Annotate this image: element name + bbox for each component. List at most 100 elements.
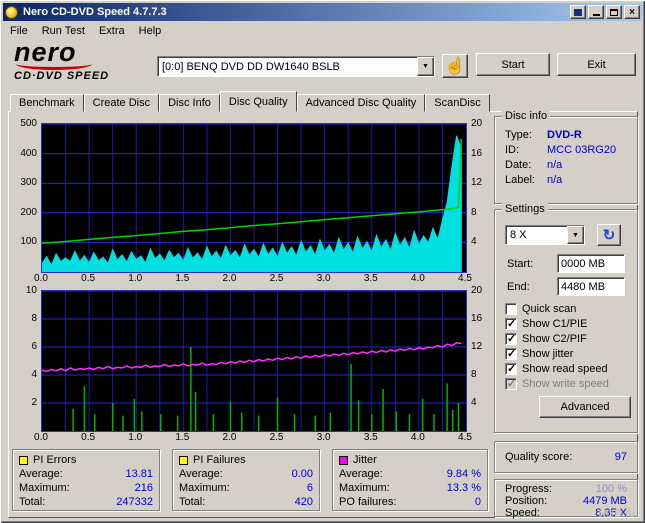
jitter-swatch-icon: [339, 455, 348, 465]
menu-run-test[interactable]: Run Test: [35, 24, 92, 38]
jitter-panel-title: Jitter: [353, 454, 377, 466]
tab-disc-quality[interactable]: Disc Quality: [219, 91, 297, 112]
quality-score-group: Quality score: 97: [494, 441, 638, 473]
axis-tick: 0.0: [34, 273, 48, 284]
tab-disc-info[interactable]: Disc Info: [159, 94, 220, 112]
drive-selector[interactable]: [0:0] BENQ DVD DD DW1640 BSLB ▼: [157, 56, 435, 77]
drive-selector-value: [0:0] BENQ DVD DD DW1640 BSLB: [162, 60, 340, 73]
menu-extra[interactable]: Extra: [92, 24, 132, 38]
axis-tick: 12: [471, 177, 483, 189]
refresh-button[interactable]: ↻: [597, 224, 621, 246]
end-field[interactable]: [557, 277, 625, 296]
checkbox-show-write-speed: Show write speed: [505, 377, 609, 391]
advanced-button[interactable]: Advanced: [539, 396, 631, 418]
stat-value: 0.00: [291, 468, 313, 480]
pi-errors-chart: 500 400 300 200 100 20 16 12 8 4 0.0 0.5 1.0 1.5 2.0…: [12, 118, 490, 287]
layout-icon: [574, 8, 582, 16]
quality-score-label: Quality score:: [505, 451, 573, 463]
stat-label: PO failures:: [339, 496, 397, 508]
watermark: HDD.ru: [598, 508, 635, 520]
settings-title: Settings: [502, 203, 548, 215]
app-icon: [5, 5, 18, 19]
disc-date-label: Date:: [505, 159, 532, 171]
stat-label: Average:: [339, 468, 383, 480]
menu-help[interactable]: Help: [132, 24, 169, 38]
speed-selector[interactable]: 8 X ▼: [505, 225, 585, 245]
pi-errors-left-axis: 500 400 300 200 100: [12, 118, 40, 273]
start-field[interactable]: [557, 254, 625, 273]
close-button[interactable]: ×: [624, 5, 640, 19]
settings-group: Settings 8 X ▼ ↻ Start: End: Quick scan …: [494, 203, 638, 433]
start-button-label: Start: [501, 58, 525, 71]
pi-failures-swatch-icon: [179, 455, 188, 465]
disc-type-label: Type:: [505, 129, 532, 141]
axis-tick: 0.0: [34, 432, 48, 443]
menu-file[interactable]: File: [3, 24, 35, 38]
checkbox-show-c2-pif[interactable]: Show C2/PIF: [505, 332, 587, 346]
pi-errors-right-axis: 20 16 12 8 4: [468, 118, 488, 273]
eject-hand-button[interactable]: ☝: [442, 54, 468, 78]
tab-advanced-disc-quality[interactable]: Advanced Disc Quality: [296, 94, 426, 112]
axis-tick: 1.0: [128, 432, 143, 443]
axis-tick: 2: [31, 397, 37, 408]
tab-create-disc[interactable]: Create Disc: [83, 94, 160, 112]
axis-tick: 1.0: [128, 273, 143, 284]
checkbox-box: [505, 377, 517, 390]
stat-value: 216: [134, 482, 153, 494]
pi-errors-panel: PI Errors Average: 13.81 Maximum: 216 Tota…: [12, 449, 160, 511]
checkbox-label: Show write speed: [522, 378, 609, 390]
axis-tick: 300: [20, 177, 37, 189]
hand-pointer-icon: ☝: [445, 58, 465, 75]
exit-button[interactable]: Exit: [557, 53, 636, 76]
axis-tick: 20: [471, 118, 483, 129]
axis-tick: 8: [31, 313, 37, 324]
app-window: Nero CD-DVD Speed 4.7.7.3 × File Run Tes…: [0, 0, 645, 523]
axis-tick: 0.5: [81, 432, 96, 443]
pi-errors-x-axis: 0.0 0.5 1.0 1.5 2.0 2.5 3.0 3.5 4.0 4.5: [34, 273, 472, 285]
stat-value: 9.84 %: [446, 468, 481, 480]
jitter-right-axis: 20 16 12 8 4: [468, 285, 488, 432]
tab-benchmark[interactable]: Benchmark: [10, 94, 84, 112]
maximize-button[interactable]: [606, 5, 622, 19]
checkbox-label: Show jitter: [522, 348, 574, 360]
disc-info-group: Disc info Type: DVD-R ID: MCC 03RG20 Dat…: [494, 110, 638, 204]
axis-tick: 2.5: [269, 273, 284, 284]
disc-date-value: n/a: [547, 159, 563, 171]
position-label: Position:: [505, 495, 548, 507]
axis-tick: 12: [471, 341, 483, 352]
jitter-left-axis: 10 8 6 4 2: [12, 285, 40, 432]
chevron-down-icon[interactable]: ▼: [567, 226, 584, 244]
checkbox-box: [505, 347, 517, 360]
axis-tick: 4.0: [410, 273, 425, 284]
checkbox-show-read-speed[interactable]: Show read speed: [505, 362, 608, 376]
axis-tick: 4.5: [458, 432, 472, 443]
disc-id-value: MCC 03RG20: [547, 144, 617, 156]
nero-logo: nero CD·DVD SPEED: [14, 39, 154, 86]
chevron-down-icon[interactable]: ▼: [417, 57, 434, 76]
pi-errors-panel-title: PI Errors: [33, 454, 77, 466]
checkbox-quick-scan[interactable]: Quick scan: [505, 302, 576, 316]
axis-tick: 4: [31, 369, 37, 380]
checkbox-show-c1-pie[interactable]: Show C1/PIE: [505, 317, 587, 331]
tab-strip: Benchmark Create Disc Disc Info Disc Qua…: [10, 91, 490, 112]
checkbox-box: [505, 362, 517, 375]
axis-tick: 1.5: [175, 273, 190, 284]
end-field-label: End:: [507, 281, 530, 293]
axis-tick: 200: [20, 206, 37, 218]
start-button[interactable]: Start: [476, 53, 550, 76]
stat-label: Average:: [19, 468, 63, 480]
jitter-x-axis: 0.0 0.5 1.0 1.5 2.0 2.5 3.0 3.5 4.0 4.5: [34, 432, 472, 444]
tab-scandisc[interactable]: ScanDisc: [425, 94, 490, 112]
stat-label: Maximum:: [339, 482, 390, 494]
checkbox-show-jitter[interactable]: Show jitter: [505, 347, 573, 361]
start-field-label: Start:: [507, 258, 534, 270]
stat-label: Maximum:: [179, 482, 230, 494]
title-bar[interactable]: Nero CD-DVD Speed 4.7.7.3 ×: [3, 3, 642, 21]
window-extra-button[interactable]: [570, 5, 586, 19]
minimize-button[interactable]: [588, 5, 604, 19]
jitter-panel: Jitter Average: 9.84 % Maximum: 13.3 % PO …: [332, 449, 488, 511]
pi-failures-panel: PI Failures Average: 0.00 Maximum: 6 Total…: [172, 449, 320, 511]
stat-value: 13.3 %: [446, 482, 481, 494]
disc-label-label: Label:: [505, 174, 535, 186]
axis-tick: 16: [471, 147, 483, 159]
